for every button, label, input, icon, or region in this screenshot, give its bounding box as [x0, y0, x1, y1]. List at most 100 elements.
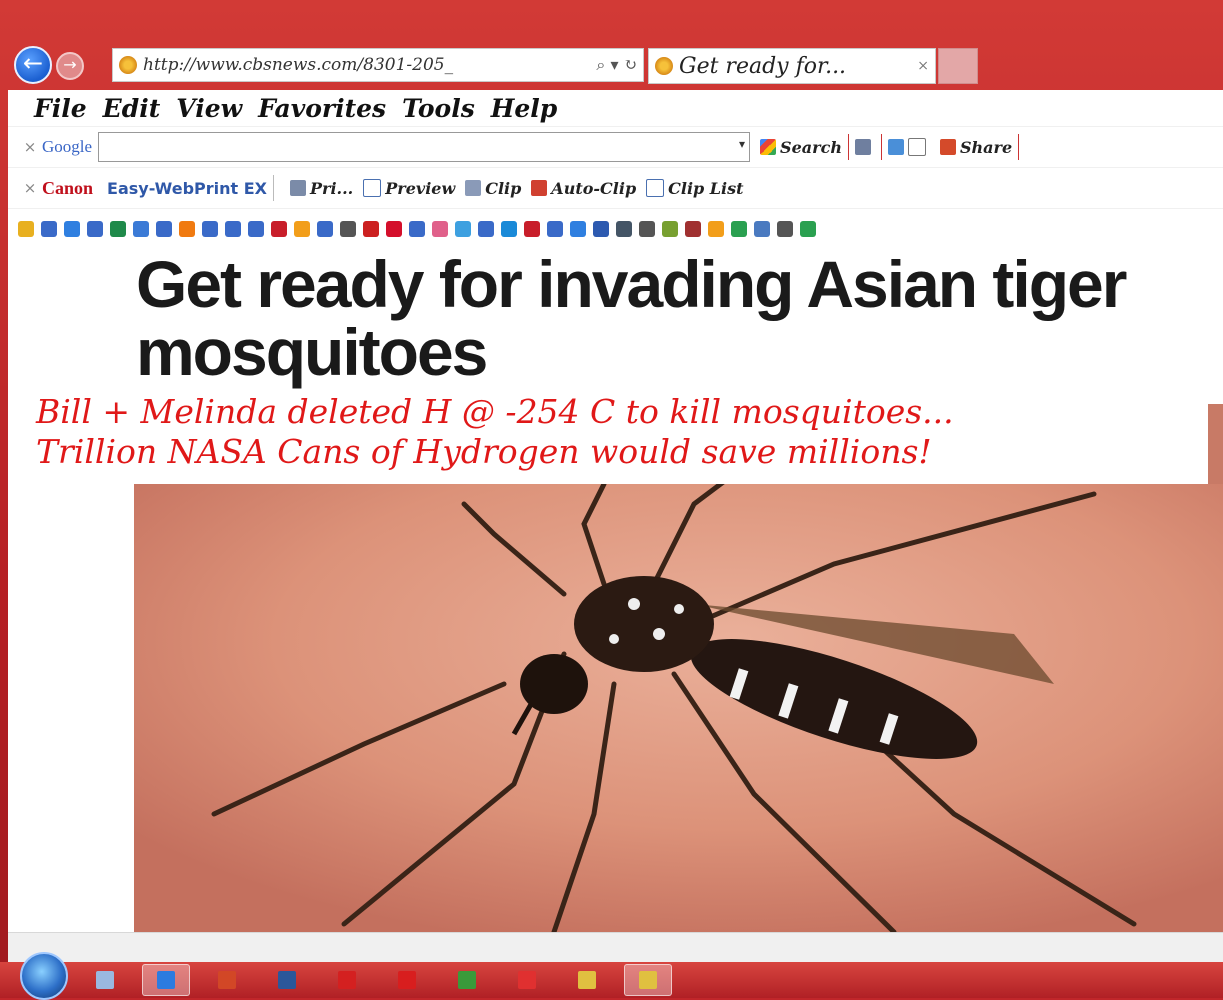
- star-add-icon[interactable]: [18, 221, 34, 237]
- menu-file[interactable]: File: [34, 94, 87, 123]
- wiki-w-icon[interactable]: [777, 221, 793, 237]
- address-url[interactable]: http://www.cbsnews.com/8301-205_: [143, 55, 453, 75]
- g-blue-icon[interactable]: [64, 221, 80, 237]
- cvs-icon[interactable]: [524, 221, 540, 237]
- canon-toolbar-close-icon[interactable]: ×: [18, 179, 42, 197]
- page-icon[interactable]: [317, 221, 333, 237]
- easy-webprint-menu[interactable]: Easy-WebPrint EX: [107, 179, 267, 198]
- pink-icon[interactable]: [432, 221, 448, 237]
- google-search-input[interactable]: ▾: [98, 132, 751, 162]
- share-icon: [939, 139, 956, 155]
- show-desktop-icon: [96, 971, 114, 989]
- page-icon[interactable]: [87, 221, 103, 237]
- clip-list-button[interactable]: Clip List: [646, 178, 744, 198]
- taskbar-show-desktop[interactable]: [82, 965, 128, 995]
- clip-label: Clip: [485, 178, 522, 198]
- menu-favorites[interactable]: Favorites: [258, 94, 386, 123]
- circle-blue-icon[interactable]: [133, 221, 149, 237]
- menu-view[interactable]: View: [176, 94, 242, 123]
- new-tab-button[interactable]: [938, 48, 978, 84]
- leaf-icon[interactable]: [662, 221, 678, 237]
- auto-clip-icon: [531, 180, 548, 196]
- tab-title: Get ready for...: [679, 53, 847, 79]
- taskbar-word[interactable]: [264, 965, 310, 995]
- auto-clip-button[interactable]: Auto-Clip: [531, 179, 636, 198]
- mosquito-illustration: [134, 484, 1223, 932]
- page-icon[interactable]: [225, 221, 241, 237]
- forward-button[interactable]: →: [56, 52, 84, 80]
- browser-chrome: File Edit View Favorites Tools Help × Go…: [8, 90, 1223, 250]
- tab-close-icon[interactable]: ×: [917, 58, 929, 74]
- printer-icon: [290, 180, 306, 196]
- k-red-icon[interactable]: [386, 221, 402, 237]
- page-icon[interactable]: [156, 221, 172, 237]
- red-page-icon[interactable]: [363, 221, 379, 237]
- taskbar-internet-explorer[interactable]: [142, 964, 190, 996]
- amazon-a-icon[interactable]: [294, 221, 310, 237]
- back-button[interactable]: ←: [14, 46, 52, 84]
- box-blue-icon[interactable]: [547, 221, 563, 237]
- share-button[interactable]: Share: [939, 138, 1012, 157]
- taskbar-acrobat[interactable]: [324, 965, 370, 995]
- page-icon[interactable]: [248, 221, 264, 237]
- bookmark-icon[interactable]: [887, 139, 904, 155]
- globe-icon[interactable]: [110, 221, 126, 237]
- mosquito-photo: [134, 484, 1223, 932]
- wiki-w-icon[interactable]: [639, 221, 655, 237]
- clip-list-icon: [646, 179, 665, 197]
- page-menu-icon[interactable]: [854, 139, 871, 155]
- start-button[interactable]: [20, 952, 68, 1000]
- cup-icon[interactable]: [685, 221, 701, 237]
- article-headline: Get ready for invading Asian tiger mosqu…: [136, 250, 1127, 389]
- taskbar-x-app[interactable]: [504, 965, 550, 995]
- red-caption: Bill + Melinda deleted H @ -254 C to kil…: [36, 392, 1216, 472]
- wiki-w-icon[interactable]: [340, 221, 356, 237]
- print-button[interactable]: Pri...: [290, 179, 353, 198]
- taskbar-window-app[interactable]: [564, 965, 610, 995]
- address-bar[interactable]: http://www.cbsnews.com/8301-205_ ⌕ ▾ ↻: [112, 48, 644, 82]
- windows-taskbar: [0, 952, 1223, 1000]
- x-green-icon[interactable]: [731, 221, 747, 237]
- blue-page-icon[interactable]: [455, 221, 471, 237]
- page-icon[interactable]: [409, 221, 425, 237]
- taskbar-monitor[interactable]: [444, 965, 490, 995]
- mail-icon[interactable]: [907, 138, 926, 156]
- google-toolbar: × Google ▾ Search Share: [8, 126, 1223, 167]
- canon-logo: Canon: [42, 177, 94, 198]
- separator: [847, 134, 849, 160]
- google-toolbar-close-icon[interactable]: ×: [18, 138, 42, 156]
- search-label: Search: [780, 137, 842, 157]
- dark-icon[interactable]: [616, 221, 632, 237]
- taskbar-powerpoint[interactable]: [204, 965, 250, 995]
- page-icon[interactable]: [41, 221, 57, 237]
- web-page-content: Get ready for invading Asian tiger mosqu…: [8, 250, 1223, 932]
- preview-button[interactable]: Preview: [363, 179, 455, 198]
- menu-tools[interactable]: Tools: [402, 94, 475, 123]
- browser-titlebar: ← → http://www.cbsnews.com/8301-205_ ⌕ ▾…: [8, 42, 1223, 90]
- auto-clip-label: Auto-Clip: [551, 178, 637, 198]
- side-photo-edge: [1208, 404, 1223, 484]
- print-label: Pri...: [310, 178, 354, 198]
- x-green-icon[interactable]: [800, 221, 816, 237]
- orange-dot-icon[interactable]: [179, 221, 195, 237]
- tab-active[interactable]: Get ready for... ×: [648, 48, 936, 84]
- page-icon[interactable]: [478, 221, 494, 237]
- acrobat-icon: [338, 971, 356, 989]
- menu-edit[interactable]: Edit: [103, 94, 161, 123]
- taskbar-window-app-active[interactable]: [624, 964, 672, 996]
- clip-button[interactable]: Clip: [465, 179, 521, 198]
- clip-list-label: Clip List: [668, 178, 744, 198]
- chevron-down-icon[interactable]: ▾: [739, 137, 745, 151]
- windows-icon[interactable]: [501, 221, 517, 237]
- amazon-a-icon[interactable]: [708, 221, 724, 237]
- caption-line-2: Trillion NASA Cans of Hydrogen would sav…: [36, 432, 932, 471]
- page-icon[interactable]: [202, 221, 218, 237]
- google-search-button[interactable]: Search: [760, 138, 842, 157]
- dots-icon[interactable]: [754, 221, 770, 237]
- shield-icon[interactable]: [593, 221, 609, 237]
- menu-help[interactable]: Help: [491, 94, 558, 123]
- cvs-icon[interactable]: [271, 221, 287, 237]
- taskbar-swiss-app[interactable]: [384, 965, 430, 995]
- address-controls[interactable]: ⌕ ▾ ↻: [596, 55, 637, 75]
- g-blue-icon[interactable]: [570, 221, 586, 237]
